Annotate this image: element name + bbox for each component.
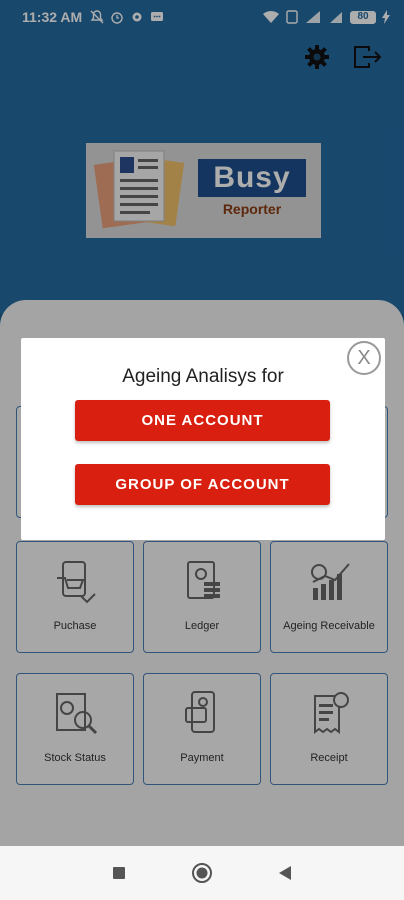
tile-label: Ledger [184,620,220,632]
logout-button[interactable] [352,42,384,72]
home-icon [192,863,212,883]
one-account-button[interactable]: ONE ACCOUNT [75,400,330,441]
back-icon [279,866,291,880]
purchase-icon [57,561,96,604]
logo-busy-text: Busy [198,159,306,197]
group-of-account-button[interactable]: GROUP OF ACCOUNT [75,464,330,505]
tile-label: Payment [180,752,224,764]
battery-level: 80 [357,10,369,22]
alarm-icon [111,12,123,24]
gear-icon [305,45,329,69]
tile-payment[interactable]: Payment [143,673,261,785]
signal-2-icon [330,12,342,23]
tile-purchase[interactable]: Puchase [16,541,134,653]
bell-off-icon [90,10,104,24]
back-button[interactable] [274,862,296,884]
status-time: 11:32 AM [22,9,83,25]
signal-icon [306,11,320,23]
tile-stock-status[interactable]: Stock Status [16,673,134,785]
tile-label: Ageing Receivable [283,620,375,632]
tile-label: Puchase [53,620,97,632]
ageing-analysis-dialog: X Ageing Analisys for ONE ACCOUNT GROUP … [21,338,385,540]
tile-label: Receipt [310,752,348,764]
ledger-icon [187,561,220,599]
dialog-title: Ageing Analisys for [122,366,284,387]
logo-reporter-text: Reporter [222,201,282,217]
wifi-icon [263,10,279,23]
status-system-icons: 80 [262,10,390,24]
logout-icon [354,46,382,68]
app-logo: Busy Reporter [86,143,321,238]
sim-icon [286,10,298,24]
charging-icon [382,10,390,24]
status-bar: 11:32 AM 80 [0,0,404,34]
stock-status-icon [56,693,98,735]
message-icon [151,12,164,21]
receipt-icon [314,692,349,734]
status-notification-icons [90,10,164,24]
tile-receipt[interactable]: Receipt [270,673,388,785]
settings-button[interactable] [302,42,332,72]
recents-button[interactable] [108,862,130,884]
tile-ledger[interactable]: Ledger [143,541,261,653]
recents-icon [113,867,125,879]
settings-small-icon [132,12,142,22]
ageing-receivable-icon [311,563,350,600]
tile-label: Stock Status [44,752,106,764]
battery-icon: 80 [350,10,376,24]
documents-icon [94,150,185,229]
payment-icon [185,691,215,733]
home-button[interactable] [191,862,213,884]
tile-ageing-receivable[interactable]: Ageing Receivable [270,541,388,653]
